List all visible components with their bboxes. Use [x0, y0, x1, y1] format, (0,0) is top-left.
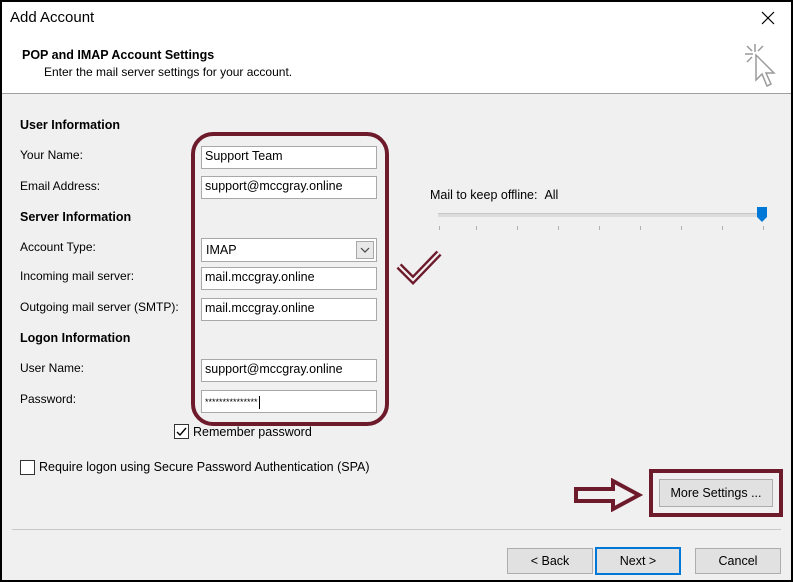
- next-button[interactable]: Next >: [595, 547, 681, 575]
- spa-label: Require logon using Secure Password Auth…: [39, 460, 370, 474]
- slider-tick: [640, 226, 641, 230]
- mail-offline-value: All: [544, 188, 559, 202]
- remember-password-checkbox[interactable]: [174, 424, 189, 439]
- slider-tick: [722, 226, 723, 230]
- header-title: POP and IMAP Account Settings: [22, 48, 215, 62]
- slider-tick: [558, 226, 559, 230]
- slider-tick: [439, 226, 440, 230]
- slider-tick: [681, 226, 682, 230]
- back-button[interactable]: < Back: [507, 548, 593, 574]
- close-button[interactable]: [745, 2, 791, 34]
- your-name-label: Your Name:: [20, 148, 83, 162]
- slider-tick: [763, 226, 764, 230]
- check-icon: [176, 427, 187, 436]
- title-bar: Add Account: [2, 2, 791, 34]
- account-type-label: Account Type:: [20, 240, 96, 254]
- footer-divider: [12, 529, 781, 530]
- incoming-mail-server-label: Incoming mail server:: [20, 269, 135, 283]
- arrow-right-annotation-icon: [574, 478, 643, 512]
- logon-information-heading: Logon Information: [20, 331, 131, 345]
- close-icon: [761, 11, 775, 25]
- offline-slider-thumb[interactable]: [757, 207, 767, 222]
- window-title: Add Account: [10, 9, 95, 26]
- slider-tick: [517, 226, 518, 230]
- password-label: Password:: [20, 392, 77, 406]
- mail-offline-label: Mail to keep offline: All: [430, 188, 558, 202]
- offline-slider-track[interactable]: [438, 213, 764, 217]
- cancel-button[interactable]: Cancel: [695, 548, 781, 574]
- email-address-label: Email Address:: [20, 179, 101, 193]
- more-settings-button[interactable]: More Settings ...: [659, 479, 773, 507]
- dialog-header: POP and IMAP Account Settings Enter the …: [2, 34, 791, 94]
- fields-highlight-annotation: [191, 132, 389, 426]
- slider-tick: [476, 226, 477, 230]
- remember-password-label: Remember password: [193, 425, 312, 439]
- cursor-click-icon: [745, 44, 776, 88]
- outgoing-mail-server-label: Outgoing mail server (SMTP):: [20, 300, 179, 314]
- user-information-heading: User Information: [20, 118, 121, 132]
- add-account-dialog: Add Account POP and IMAP Account Setting…: [0, 0, 793, 582]
- header-subtitle: Enter the mail server settings for your …: [44, 65, 293, 79]
- slider-tick: [599, 226, 600, 230]
- user-name-label: User Name:: [20, 361, 85, 375]
- server-information-heading: Server Information: [20, 210, 132, 224]
- checkmark-annotation-icon: [396, 250, 442, 285]
- mail-offline-label-text: Mail to keep offline:: [430, 188, 538, 202]
- spa-checkbox[interactable]: [20, 460, 35, 475]
